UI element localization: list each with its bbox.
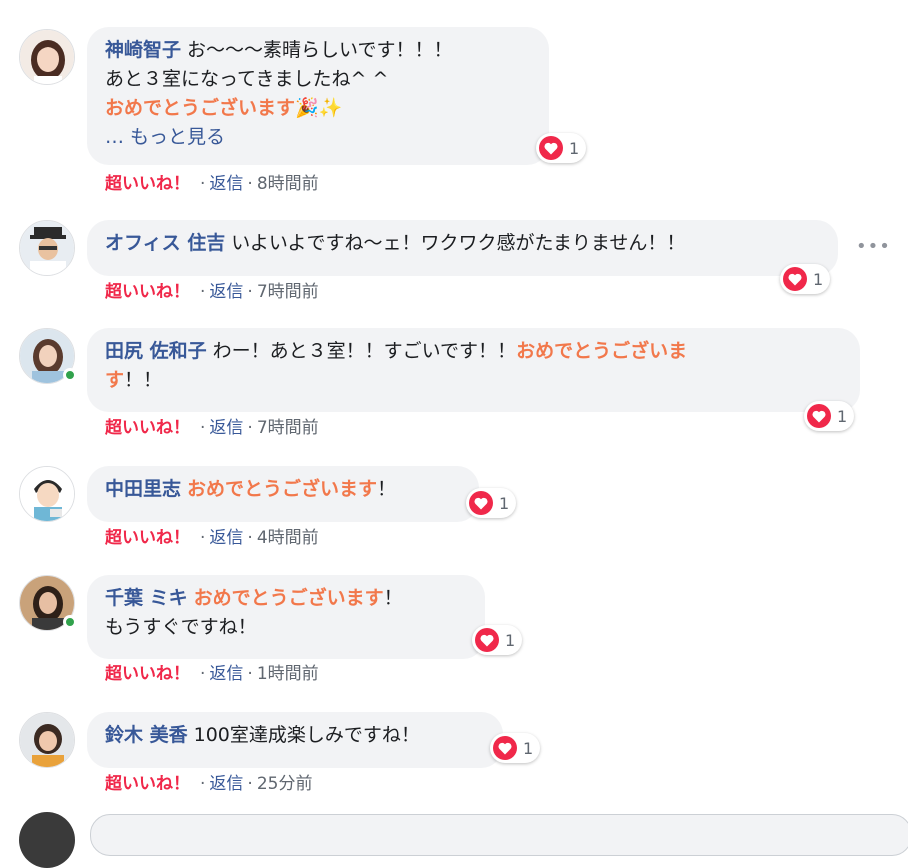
timestamp[interactable]: 4時間前 [257,528,319,548]
author-name[interactable]: 中田里志 [105,478,181,500]
comment-text: 100室達成楽しみですね！ [193,724,420,746]
heart-icon [493,736,517,760]
avatar-image [19,712,75,768]
author-name[interactable]: オフィス 住吉 [105,232,225,254]
super-like-button[interactable]: 超いいね！ [105,528,190,548]
timestamp[interactable]: 7時間前 [257,282,319,302]
avatar-image [19,466,75,522]
party-emoji: 🎉✨ [295,97,343,119]
reply-button[interactable]: 返信 [209,282,243,302]
reply-button[interactable]: 返信 [209,418,243,438]
comment-bubble: オフィス 住吉 いよいよですね〜ェ！ワクワク感がたまりません！！ [87,220,838,276]
highlight-text: おめでとうございます [193,587,384,609]
online-status-indicator [63,615,77,629]
avatar[interactable] [19,575,77,631]
avatar-image [19,29,75,85]
comment-actions: 超いいね！ · 返信 · 8時間前 [105,173,319,195]
author-name[interactable]: 神崎智子 [105,39,181,61]
heart-icon [539,136,563,160]
reply-button[interactable]: 返信 [209,664,243,684]
comment-bubble: 田尻 佐和子 わー！あと３室！！すごいです！！おめでとうございま す！！ [87,328,860,412]
separator: · [247,664,253,684]
comment-text: ！ [383,587,403,609]
super-like-button[interactable]: 超いいね！ [105,774,190,794]
separator: · [200,282,206,302]
avatar[interactable] [19,220,75,276]
avatar[interactable] [19,466,75,522]
comment-actions: 超いいね！ · 返信 · 1時間前 [105,663,319,685]
reaction-count: 1 [499,493,510,513]
reaction-count: 1 [837,406,848,426]
super-like-button[interactable]: 超いいね！ [105,418,190,438]
reply-button[interactable]: 返信 [209,174,243,194]
ellipsis-icon[interactable]: ••• [856,236,891,257]
reply-button[interactable]: 返信 [209,774,243,794]
avatar[interactable] [19,812,75,868]
timestamp[interactable]: 7時間前 [257,418,319,438]
avatar-image [19,220,75,276]
separator: · [247,418,253,438]
heart-icon [807,404,831,428]
comment-input[interactable] [90,814,908,856]
heart-icon [475,628,499,652]
reaction-count: 1 [569,138,580,158]
comment-actions: 超いいね！ · 返信 · 7時間前 [105,281,319,303]
super-like-button[interactable]: 超いいね！ [105,174,190,194]
separator: · [247,528,253,548]
reaction-count: 1 [813,269,824,289]
super-like-button[interactable]: 超いいね！ [105,664,190,684]
comment-text: もうすぐですね！ [105,616,257,638]
comment-bubble: 千葉 ミキ おめでとうございます！ もうすぐですね！ [87,575,485,659]
reply-button[interactable]: 返信 [209,528,243,548]
author-name[interactable]: 千葉 ミキ [105,587,188,609]
highlight-text: おめでとうございます [105,97,296,119]
separator: · [200,664,206,684]
author-name[interactable]: 田尻 佐和子 [105,340,207,362]
reaction-count-badge[interactable]: 1 [536,133,587,163]
comment-text: あと３室になってきましたね^ ^ [105,68,389,90]
see-more-link[interactable]: … もっと見る [105,123,531,152]
timestamp[interactable]: 8時間前 [257,174,319,194]
comment-actions: 超いいね！ · 返信 · 7時間前 [105,417,319,439]
comment-text: いよいよですね〜ェ！ワクワク感がたまりません！！ [231,232,686,254]
separator: · [200,174,206,194]
reaction-count-badge[interactable]: 1 [804,401,855,431]
highlight-text: す [105,369,125,391]
timestamp[interactable]: 1時間前 [257,664,319,684]
reaction-count-badge[interactable]: 1 [472,625,523,655]
reaction-count-badge[interactable]: 1 [490,733,541,763]
avatar[interactable] [19,328,77,384]
comment-bubble: 鈴木 美香 100室達成楽しみですね！ [87,712,503,768]
super-like-button[interactable]: 超いいね！ [105,282,190,302]
comment-bubble: 神崎智子 お〜〜〜素晴らしいです！！！ あと３室になってきましたね^ ^ おめでと… [87,27,549,165]
comment-bubble: 中田里志 おめでとうございます！ [87,466,479,522]
author-name[interactable]: 鈴木 美香 [105,724,188,746]
comment-text: お〜〜〜素晴らしいです！！！ [187,39,453,61]
comment-actions: 超いいね！ · 返信 · 25分前 [105,773,312,795]
separator: · [200,774,206,794]
comment-actions: 超いいね！ · 返信 · 4時間前 [105,527,319,549]
comment-text: わー！あと３室！！すごいです！！ [212,340,517,362]
online-status-indicator [63,368,77,382]
heart-icon [783,267,807,291]
avatar[interactable] [19,29,75,85]
separator: · [247,774,253,794]
reaction-count-badge[interactable]: 1 [780,264,831,294]
separator: · [200,418,206,438]
timestamp[interactable]: 25分前 [257,774,313,794]
separator: · [247,174,253,194]
highlight-text: おめでとうございま [516,340,688,362]
comment-text: ！ [377,478,397,500]
separator: · [247,282,253,302]
reaction-count: 1 [505,630,516,650]
highlight-text: おめでとうございます [187,478,378,500]
reaction-count: 1 [523,738,534,758]
heart-icon [469,491,493,515]
reaction-count-badge[interactable]: 1 [466,488,517,518]
avatar[interactable] [19,712,75,768]
comment-text: ！！ [124,369,163,391]
separator: · [200,528,206,548]
